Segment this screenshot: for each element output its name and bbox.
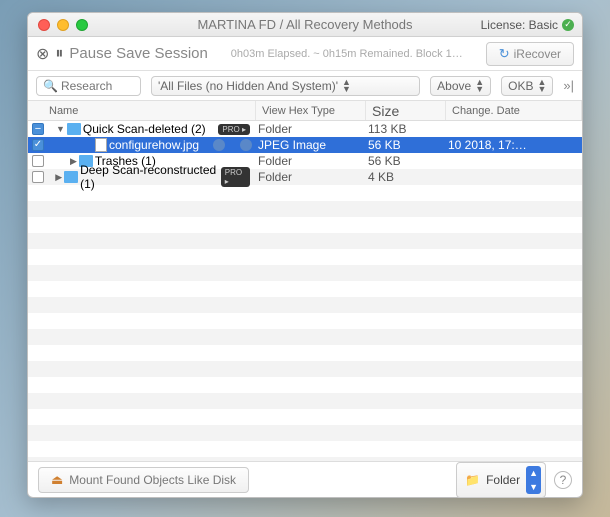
search-icon: 🔍 <box>43 79 58 93</box>
footer-bar: ⏏ Mount Found Objects Like Disk 📁 Folder… <box>28 461 582 497</box>
minimize-icon[interactable] <box>57 19 69 31</box>
file-size: 56 KB <box>366 154 446 168</box>
folder-icon: 📁 <box>465 473 480 487</box>
file-name: configurehow.jpg <box>109 138 199 152</box>
disclosure-icon[interactable]: ▶ <box>55 172 62 183</box>
pro-badge: PRO ▸ <box>221 167 250 187</box>
table-row <box>28 441 582 457</box>
position-filter-combo[interactable]: Above ▲▼ <box>430 76 491 96</box>
row-checkbox[interactable] <box>32 171 44 183</box>
file-tree[interactable]: −▼Quick Scan-deleted (2)PRO ▸Folder113 K… <box>28 121 582 461</box>
file-type: Folder <box>256 122 366 136</box>
table-row <box>28 297 582 313</box>
stop-button[interactable]: ⊗ <box>36 44 49 64</box>
chevron-updown-icon: ▲▼ <box>526 466 541 494</box>
folder-icon <box>67 123 81 135</box>
session-status: 0h03m Elapsed. ~ 0h15m Remained. Block 1… <box>214 48 480 60</box>
size-filter-label: OKB <box>508 79 533 93</box>
license-label: License: Basic <box>481 18 558 32</box>
table-row <box>28 233 582 249</box>
search-field[interactable] <box>61 79 131 93</box>
table-row[interactable]: ▶Deep Scan-reconstructed (1)PRO ▸Folder4… <box>28 169 582 185</box>
session-toolbar: ⊗ ⏸ Pause Save Session 0h03m Elapsed. ~ … <box>28 37 582 71</box>
window-controls <box>28 19 88 31</box>
table-row <box>28 409 582 425</box>
preview-icon[interactable] <box>213 139 225 151</box>
folder-icon <box>64 171 78 183</box>
header-size[interactable]: Size <box>366 101 446 120</box>
view-mode-combo[interactable]: 📁 Folder ▲▼ <box>456 462 546 498</box>
folder-label: Folder <box>486 473 520 487</box>
help-button[interactable]: ? <box>554 471 572 489</box>
table-row <box>28 217 582 233</box>
row-checkbox[interactable]: ✓ <box>32 139 44 151</box>
table-row <box>28 281 582 297</box>
table-row <box>28 393 582 409</box>
session-label: Pause Save Session <box>69 45 207 62</box>
file-type: Folder <box>256 154 366 168</box>
file-type: Folder <box>256 170 366 184</box>
table-row <box>28 345 582 361</box>
recover-label: iRecover <box>514 47 561 61</box>
chevron-updown-icon: ▲▼ <box>342 79 351 93</box>
table-row[interactable]: ✓ configurehow.jpg JPEG Image56 KB10 2018,… <box>28 137 582 153</box>
size-filter-combo[interactable]: OKB ▲▼ <box>501 76 553 96</box>
table-row <box>28 425 582 441</box>
table-row <box>28 265 582 281</box>
license-badge[interactable]: License: Basic ✓ <box>481 18 574 32</box>
file-name: Quick Scan-deleted (2) <box>83 122 206 136</box>
file-size: 56 KB <box>366 138 446 152</box>
mount-button[interactable]: ⏏ Mount Found Objects Like Disk <box>38 467 249 493</box>
file-size: 113 KB <box>366 122 446 136</box>
zoom-icon[interactable] <box>76 19 88 31</box>
file-filter-combo[interactable]: 'All Files (no Hidden And System)' ▲▼ <box>151 76 420 96</box>
table-row[interactable]: − ▼ Quick Scan-deleted (2) PRO ▸ Folder113 K… <box>28 121 582 137</box>
header-date[interactable]: Change. Date <box>446 101 582 120</box>
disclosure-icon[interactable]: ▼ <box>56 124 65 134</box>
chevron-updown-icon: ▲▼ <box>475 79 484 93</box>
titlebar: MARTINA FD / All Recovery Methods Licens… <box>28 13 582 37</box>
more-button[interactable]: »| <box>563 78 574 93</box>
file-date: 10 2018, 17:… <box>446 138 582 152</box>
table-row <box>28 329 582 345</box>
file-icon <box>95 138 107 152</box>
mount-label: Mount Found Objects Like Disk <box>69 473 236 487</box>
file-type: JPEG Image <box>256 138 366 152</box>
filter-bar: 🔍 'All Files (no Hidden And System)' ▲▼ … <box>28 71 582 101</box>
file-filter-label: 'All Files (no Hidden And System)' <box>158 79 338 93</box>
file-size: 4 KB <box>366 170 446 184</box>
mount-icon: ⏏ <box>51 472 63 488</box>
row-checkbox[interactable]: − <box>32 123 44 135</box>
hex-icon[interactable] <box>240 139 252 151</box>
table-row <box>28 361 582 377</box>
app-window: MARTINA FD / All Recovery Methods Licens… <box>27 12 583 498</box>
refresh-icon: ↻ <box>499 46 510 62</box>
chevron-updown-icon: ▲▼ <box>537 79 546 93</box>
header-name[interactable]: Name <box>28 101 256 120</box>
table-row <box>28 377 582 393</box>
position-filter-label: Above <box>437 79 471 93</box>
recover-button[interactable]: ↻ iRecover <box>486 42 574 66</box>
table-row <box>28 201 582 217</box>
pro-badge: PRO ▸ <box>218 124 250 135</box>
header-type[interactable]: View Hex Type <box>256 101 366 120</box>
close-icon[interactable] <box>38 19 50 31</box>
search-input[interactable]: 🔍 <box>36 76 141 96</box>
table-row <box>28 249 582 265</box>
column-headers: Name View Hex Type Size Change. Date <box>28 101 582 121</box>
pause-button[interactable]: ⏸ <box>55 45 63 63</box>
file-name: Deep Scan-reconstructed (1) <box>80 163 219 191</box>
table-row <box>28 313 582 329</box>
check-icon: ✓ <box>562 19 574 31</box>
